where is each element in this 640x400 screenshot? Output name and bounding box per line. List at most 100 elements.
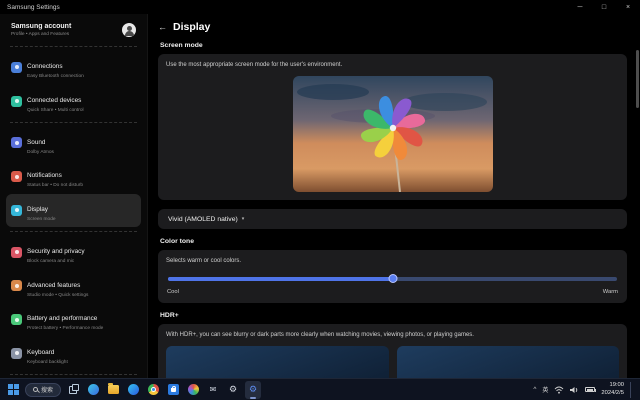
mail-button[interactable]: ✉ — [205, 381, 221, 399]
sound-icon — [11, 137, 22, 148]
shield-icon — [11, 247, 22, 258]
sidebar-item-advanced-features[interactable]: Advanced features Studio mode • Quick se… — [6, 270, 141, 303]
pinwheel-sunset-photo — [293, 76, 493, 192]
sidebar-divider — [10, 122, 137, 123]
folder-icon — [108, 385, 119, 394]
sidebar-item-security-and-privacy[interactable]: Security and privacy Block camera and mi… — [6, 236, 141, 269]
wifi-icon[interactable] — [554, 386, 564, 394]
sparkle-icon — [11, 280, 22, 291]
sidebar-item-label: Sound — [27, 139, 45, 146]
tray-date: 2024/2/5 — [601, 390, 624, 398]
color-tone-slider-thumb[interactable] — [388, 274, 397, 283]
windows-settings-button[interactable]: ⚙ — [225, 381, 241, 399]
samsung-settings-taskbar-button[interactable]: ⚙ — [245, 381, 261, 399]
sidebar-item-label: Connected devices — [27, 97, 81, 104]
hdr-header: HDR+ — [160, 312, 625, 319]
sidebar-item-display[interactable]: Display Screen mode — [6, 194, 141, 227]
gear-icon: ⚙ — [229, 385, 237, 394]
sidebar: Samsung account Profile • Apps and Featu… — [0, 14, 148, 378]
taskbar-search-input[interactable]: 搜索 — [25, 383, 61, 397]
start-button[interactable] — [5, 381, 21, 399]
close-button[interactable]: × — [616, 0, 640, 14]
sidebar-item-label: Notifications — [27, 172, 62, 179]
mail-icon: ✉ — [210, 385, 217, 394]
avatar[interactable] — [122, 23, 136, 37]
edge-icon — [128, 384, 139, 395]
sidebar-item-sub: Protect battery • Performance mode — [27, 326, 103, 332]
sidebar-item-label: Keyboard — [27, 349, 54, 356]
sidebar-divider — [10, 231, 137, 232]
screen-mode-dropdown-value: Vivid (AMOLED native) — [168, 216, 238, 223]
sidebar-item-sub: Block camera and mic — [27, 259, 85, 265]
sidebar-item-label: Security and privacy — [27, 248, 85, 255]
hidden-icons-chevron[interactable]: ^ — [533, 386, 536, 393]
sidebar-item-sub: Easy Bluetooth connection — [27, 74, 84, 80]
photos-icon — [188, 384, 199, 395]
language-indicator[interactable]: 英 — [542, 385, 548, 394]
battery-icon — [11, 314, 22, 325]
sidebar-item-label: Battery and performance — [27, 315, 97, 322]
keyboard-icon — [11, 348, 22, 359]
sidebar-item-sub: Keyboard backlight — [27, 360, 68, 366]
sidebar-item-label: Advanced features — [27, 282, 80, 289]
color-tone-description: Selects warm or cool colors. — [166, 258, 619, 264]
gear-icon: ⚙ — [249, 385, 257, 394]
task-view-icon — [69, 386, 77, 394]
sidebar-item-sub: Dolby Atmos — [27, 150, 54, 156]
show-desktop-button[interactable] — [630, 382, 633, 398]
hdr-sample-image — [397, 346, 620, 378]
samsung-settings-window: Samsung Settings ─ □ × Samsung account P… — [0, 0, 640, 400]
sidebar-item-keyboard[interactable]: Keyboard Keyboard backlight — [6, 337, 141, 370]
edge-button[interactable] — [125, 381, 141, 399]
minimize-button[interactable]: ─ — [568, 0, 592, 14]
color-tone-slider[interactable] — [168, 277, 617, 281]
sidebar-item-samsung-account[interactable]: Samsung account Profile • Apps and Featu… — [6, 19, 141, 42]
search-icon — [33, 387, 38, 392]
widgets-button[interactable] — [85, 381, 101, 399]
search-placeholder: 搜索 — [41, 385, 53, 394]
sidebar-item-notifications[interactable]: Notifications Status bar • Do not distur… — [6, 160, 141, 193]
warm-label: Warm — [603, 289, 618, 295]
color-tone-slider-fill — [168, 277, 393, 281]
back-button[interactable]: ← — [158, 22, 167, 32]
screen-mode-card: Use the most appropriate screen mode for… — [158, 54, 627, 200]
screen-mode-description: Use the most appropriate screen mode for… — [166, 62, 619, 68]
sidebar-item-connections[interactable]: Connections Easy Bluetooth connection — [6, 51, 141, 84]
clock[interactable]: 19:00 2024/2/5 — [601, 382, 624, 397]
sidebar-item-sub: Quick Share • Multi control — [27, 108, 84, 114]
connections-icon — [11, 62, 22, 73]
sidebar-item-sub: Status bar • Do not disturb — [27, 183, 83, 189]
sidebar-item-sub: Studio mode • Quick settings — [27, 293, 88, 299]
windows-logo-icon — [6, 382, 21, 398]
account-title: Samsung account — [11, 23, 71, 30]
color-tone-header: Color tone — [160, 238, 625, 245]
hdr-card: With HDR+, you can see blurry or dark pa… — [158, 324, 627, 378]
cool-label: Cool — [167, 289, 179, 295]
scrollbar-thumb[interactable] — [636, 50, 639, 108]
file-explorer-button[interactable] — [105, 381, 121, 399]
account-subtitle: Profile • Apps and Features — [11, 32, 71, 37]
sidebar-item-label: Connections — [27, 63, 63, 70]
chrome-button[interactable] — [145, 381, 161, 399]
sidebar-item-connected-devices[interactable]: Connected devices Quick Share • Multi co… — [6, 85, 141, 118]
maximize-button[interactable]: □ — [592, 0, 616, 14]
bell-icon — [11, 171, 22, 182]
screen-mode-dropdown[interactable]: Vivid (AMOLED native) ▾ — [158, 209, 627, 229]
hdr-sample-image — [166, 346, 389, 378]
sidebar-item-sound[interactable]: Sound Dolby Atmos — [6, 127, 141, 160]
sidebar-item-label: Display — [27, 206, 48, 213]
store-button[interactable] — [165, 381, 181, 399]
battery-icon[interactable] — [585, 387, 595, 392]
chevron-down-icon: ▾ — [242, 216, 245, 222]
sidebar-item-sub: Screen mode — [27, 217, 56, 223]
chrome-icon — [148, 384, 159, 395]
task-view-button[interactable] — [65, 381, 81, 399]
tray-time: 19:00 — [601, 382, 624, 390]
devices-icon — [11, 96, 22, 107]
photos-button[interactable] — [185, 381, 201, 399]
sidebar-divider — [10, 374, 137, 375]
color-tone-card: Selects warm or cool colors. Cool Warm — [158, 250, 627, 303]
hdr-description: With HDR+, you can see blurry or dark pa… — [166, 332, 619, 338]
sidebar-item-battery-and-performance[interactable]: Battery and performance Protect battery … — [6, 303, 141, 336]
volume-icon[interactable] — [570, 386, 579, 394]
